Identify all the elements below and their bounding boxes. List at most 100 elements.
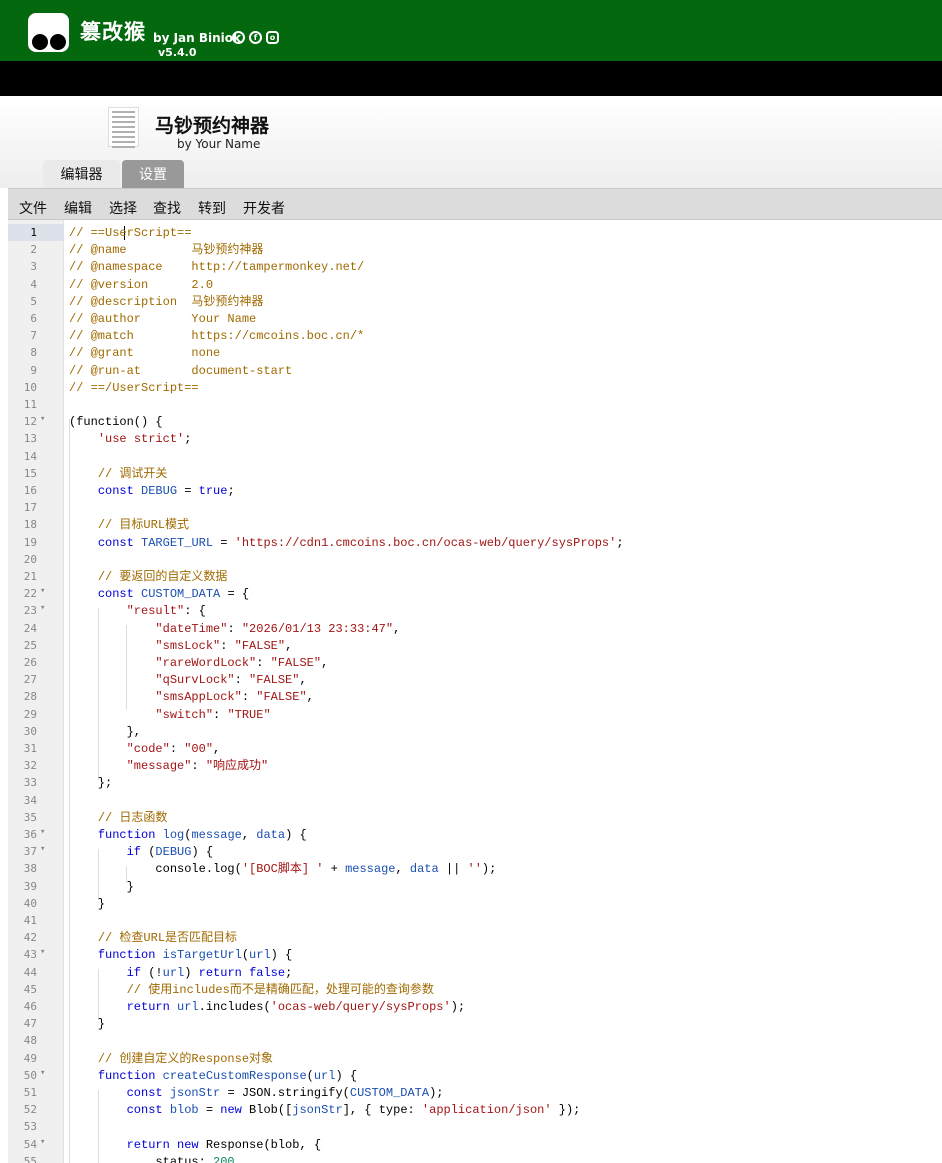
line-number[interactable]: 31 [8,740,64,757]
line-number[interactable]: 26 [8,654,64,671]
code-area[interactable]: // ==UserScript== // @name 马钞预约神器 // @name… [64,220,942,1163]
line-number[interactable]: 4 [8,276,64,293]
line-number[interactable]: 32 [8,757,64,774]
code-editor[interactable]: 1 2 3 4 5 6 7 8 9 10 11 12 ▾ 13 14 15 16 17 18 19 20 21 22 ▾ 23 ▾… [8,220,942,1163]
line-number[interactable]: 15 [8,465,64,482]
line-number[interactable]: 5 [8,293,64,310]
code-line: // 创建自定义的Response对象 [69,1051,273,1068]
code-token: : [220,638,235,653]
code-token: url [177,1000,199,1014]
line-number[interactable]: 37 ▾ [8,843,64,860]
code-token: function [97,948,156,963]
tab-editor[interactable]: 编辑器 [43,160,120,188]
line-number[interactable]: 8 [8,344,64,361]
line-number[interactable]: 22 ▾ [8,585,64,602]
line-number[interactable]: 36 ▾ [8,826,64,843]
code-token: message [345,862,396,877]
code-token: // 目标URL模式 [97,518,190,533]
line-number[interactable]: 24 [8,620,64,637]
line-number[interactable]: 10 [8,379,64,396]
line-number[interactable]: 35 [8,809,64,826]
line-number[interactable]: 1 [8,224,64,241]
menu-select[interactable]: 选择 [109,198,137,218]
fold-arrow-icon[interactable]: ▾ [40,947,45,957]
code-token: data [256,828,286,842]
line-number-text: 34 [23,793,37,807]
line-number[interactable]: 11 [8,396,64,413]
line-number[interactable]: 14 [8,448,64,465]
code-token: , [234,1154,242,1163]
line-number[interactable]: 25 [8,637,64,654]
code-line: // @grant none [69,345,220,362]
line-number[interactable]: 16 [8,482,64,499]
line-number[interactable]: 48 [8,1032,64,1049]
line-number[interactable]: 50 ▾ [8,1067,64,1084]
code-token: CUSTOM_DATA [349,1086,430,1100]
line-number[interactable]: 18 [8,516,64,533]
fold-arrow-icon[interactable]: ▾ [40,827,45,837]
line-number-text: 51 [23,1086,37,1099]
line-number[interactable]: 27 [8,671,64,688]
line-number-text: 45 [23,982,37,996]
fold-arrow-icon[interactable]: ▾ [40,1137,45,1147]
menu-developer[interactable]: 开发者 [243,198,285,218]
fold-arrow-icon[interactable]: ▾ [40,1068,45,1078]
menu-edit[interactable]: 编辑 [64,198,92,218]
line-number[interactable]: 20 [8,551,64,568]
line-number[interactable]: 7 [8,327,64,344]
line-number[interactable]: 45 [8,981,64,998]
fold-arrow-icon[interactable]: ▾ [40,603,45,613]
instagram-icon[interactable]: o [266,31,279,44]
line-number[interactable]: 34 [8,792,64,809]
code-token: ; [184,432,192,447]
line-number-text: 39 [23,879,37,893]
fold-arrow-icon[interactable]: ▾ [40,414,45,424]
facebook-icon[interactable]: f [249,31,262,44]
line-number[interactable]: 55 [8,1153,64,1163]
menu-find[interactable]: 查找 [153,198,181,218]
github-icon[interactable] [232,31,245,44]
code-token: '' [467,862,482,877]
line-number[interactable]: 12 ▾ [8,413,64,430]
line-number[interactable]: 19 [8,534,64,551]
line-number[interactable]: 43 ▾ [8,946,64,963]
menu-file[interactable]: 文件 [19,198,47,218]
line-number[interactable]: 53 [8,1118,64,1135]
line-number[interactable]: 51 [8,1084,64,1101]
line-number[interactable]: 6 [8,310,64,327]
line-number[interactable]: 52 [8,1101,64,1118]
line-number[interactable]: 47 [8,1015,64,1032]
code-token: .includes( [198,1000,271,1014]
line-number[interactable]: 39 [8,878,64,895]
line-number[interactable]: 17 [8,499,64,516]
code-token: } [69,896,106,911]
line-number[interactable]: 13 [8,430,64,447]
fold-arrow-icon[interactable]: ▾ [40,586,45,596]
line-number[interactable]: 41 [8,912,64,929]
line-number[interactable]: 3 [8,258,64,275]
fold-arrow-icon[interactable]: ▾ [40,844,45,854]
line-number[interactable]: 23 ▾ [8,602,64,619]
line-number[interactable]: 21 [8,568,64,585]
tab-settings[interactable]: 设置 [122,160,184,188]
line-number[interactable]: 42 [8,929,64,946]
line-number[interactable]: 29 [8,706,64,723]
line-number[interactable]: 30 [8,723,64,740]
line-number-text: 55 [23,1154,37,1163]
code-token: ) { [285,828,307,842]
line-number[interactable]: 54 ▾ [8,1136,64,1153]
line-number-text: 12 [23,415,37,429]
code-line: return url.includes('ocas-web/query/sysP… [69,999,465,1016]
line-number[interactable]: 46 [8,998,64,1015]
line-number[interactable]: 2 [8,241,64,258]
line-number[interactable]: 40 [8,895,64,912]
line-number[interactable]: 28 [8,688,64,705]
menu-goto[interactable]: 转到 [198,198,226,218]
line-number[interactable]: 44 [8,964,64,981]
line-number[interactable]: 49 [8,1050,64,1067]
line-number[interactable]: 38 [8,860,64,877]
line-number[interactable]: 9 [8,362,64,379]
line-number[interactable]: 33 [8,774,64,791]
